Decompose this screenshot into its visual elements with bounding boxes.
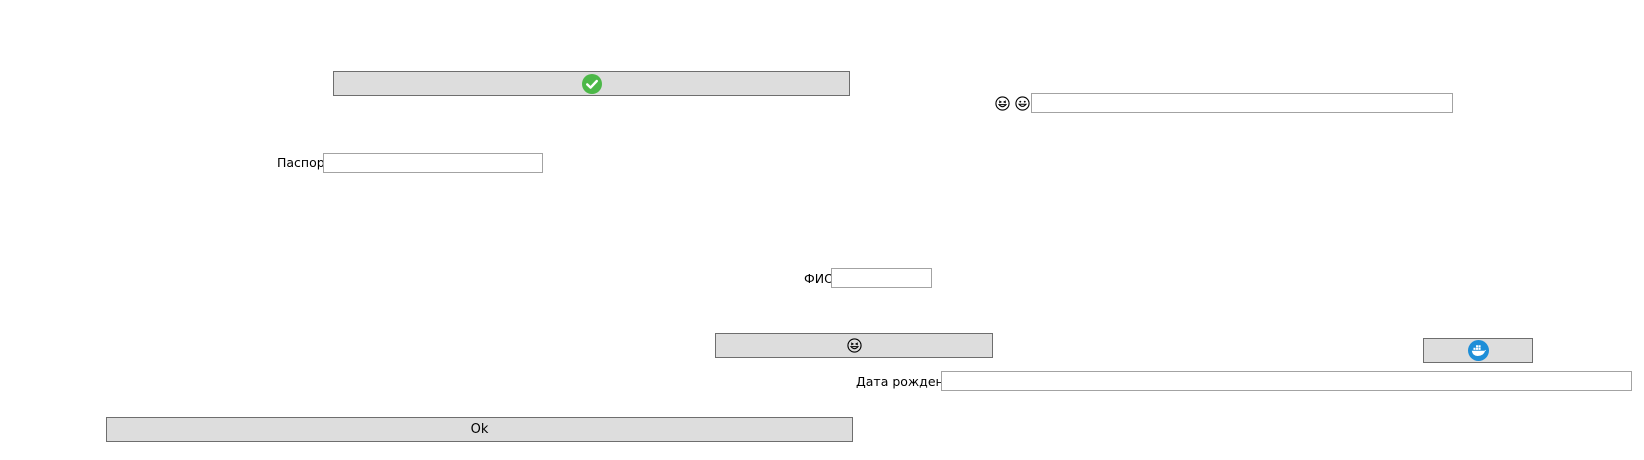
ok-button[interactable]: Ok xyxy=(106,417,853,442)
fio-field[interactable] xyxy=(831,268,932,288)
check-circle-icon xyxy=(581,73,602,94)
passport-field[interactable] xyxy=(323,153,543,173)
grinning-face-icon xyxy=(1015,96,1030,111)
docker-whale-icon xyxy=(1467,340,1489,361)
grinning-squint-icon xyxy=(846,338,862,353)
birth-date-field[interactable] xyxy=(941,371,1632,391)
grinning-squint-icon xyxy=(995,96,1010,111)
emoji-button[interactable] xyxy=(715,333,993,358)
confirm-button[interactable] xyxy=(333,71,850,96)
fio-label: ФИО xyxy=(804,271,834,286)
docker-button[interactable] xyxy=(1423,338,1533,363)
emoji-text-field[interactable] xyxy=(1031,93,1453,113)
